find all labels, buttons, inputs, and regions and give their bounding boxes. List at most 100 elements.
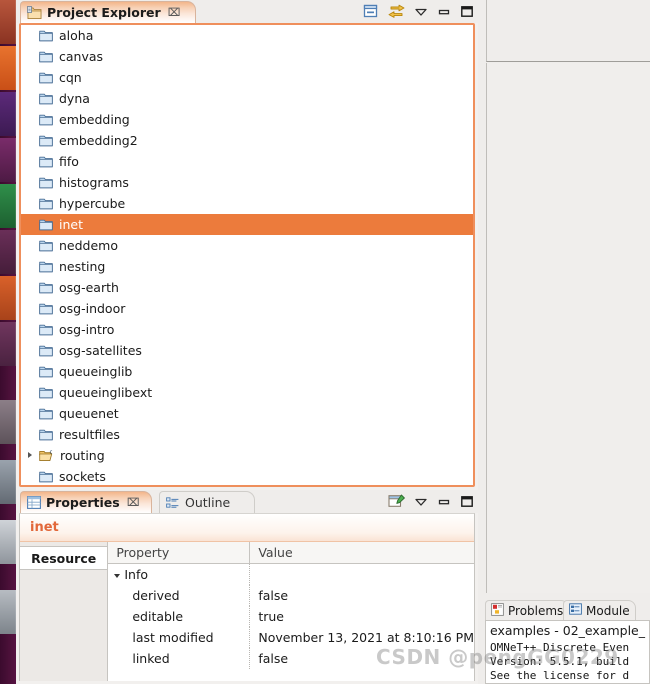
- tree-item-inet[interactable]: inet: [21, 214, 473, 235]
- column-header-property[interactable]: Property: [108, 542, 251, 563]
- property-name-cell: last modified: [108, 627, 251, 648]
- launcher-icon-12[interactable]: [0, 590, 16, 634]
- launcher-icon-6[interactable]: [0, 230, 16, 274]
- property-value-cell: November 13, 2021 at 8:10:16 PM: [258, 630, 474, 645]
- launcher-icon-4[interactable]: [0, 138, 16, 182]
- properties-table[interactable]: Property Value Info derived false editable tru…: [108, 542, 474, 681]
- tree-item-embedding2[interactable]: embedding2: [21, 130, 473, 151]
- launcher-icon-7[interactable]: [0, 276, 16, 320]
- properties-side-tabs[interactable]: Resource: [20, 542, 109, 681]
- editor-canvas[interactable]: [486, 63, 650, 593]
- properties-toolbar: [388, 492, 474, 511]
- launcher-icon-8[interactable]: [0, 322, 16, 366]
- c-project-folder-icon: c: [39, 449, 54, 462]
- tree-item-aloha[interactable]: aloha: [21, 25, 473, 46]
- folder-icon: [39, 428, 53, 441]
- properties-row[interactable]: linked false: [108, 648, 474, 669]
- close-icon[interactable]: ⌧: [168, 6, 181, 19]
- view-menu-icon[interactable]: [414, 497, 428, 507]
- tree-item-neddemo[interactable]: neddemo: [21, 235, 473, 256]
- folder-icon: [39, 134, 53, 147]
- tree-item-label: embedding2: [59, 133, 138, 148]
- folder-icon: [39, 92, 53, 105]
- minimize-icon[interactable]: [437, 497, 451, 507]
- properties-title: inet: [20, 514, 474, 542]
- new-property-icon[interactable]: [388, 494, 405, 509]
- view-menu-icon[interactable]: [414, 7, 428, 17]
- tree-item-osg-indoor[interactable]: osg-indoor: [21, 298, 473, 319]
- eclipse-workbench-window: Project Explorer ⌧ aloha canvas cqn dyna…: [0, 0, 650, 684]
- collapse-arrow-icon[interactable]: [114, 573, 121, 578]
- tree-item-nesting[interactable]: nesting: [21, 256, 473, 277]
- project-tree[interactable]: aloha canvas cqn dyna embedding embedding2 fif…: [19, 23, 475, 487]
- tree-item-queueinglib[interactable]: queueinglib: [21, 361, 473, 382]
- collapse-all-icon[interactable]: [363, 4, 379, 19]
- tree-item-osg-intro[interactable]: osg-intro: [21, 319, 473, 340]
- properties-icon: [27, 496, 41, 509]
- tree-item-label: queuenet: [59, 406, 119, 421]
- tree-item-hypercube[interactable]: hypercube: [21, 193, 473, 214]
- tree-item-osg-earth[interactable]: osg-earth: [21, 277, 473, 298]
- svg-text:c: c: [50, 450, 53, 456]
- property-name-label: last modified: [132, 630, 214, 645]
- editor-tab-strip[interactable]: [486, 0, 650, 62]
- tree-item-osg-satellites[interactable]: osg-satellites: [21, 340, 473, 361]
- launcher-icon-1[interactable]: [0, 0, 16, 44]
- tab-module[interactable]: Module: [563, 600, 636, 620]
- folder-icon: [39, 344, 53, 357]
- property-value-cell: false: [258, 651, 289, 666]
- ubuntu-unity-launcher[interactable]: [0, 0, 16, 684]
- tab-properties[interactable]: Properties ⌧: [20, 491, 152, 513]
- properties-row[interactable]: editable true: [108, 606, 474, 627]
- console-body[interactable]: examples - 02_example_ OMNeT++ Discrete …: [485, 620, 650, 684]
- tree-item-dyna[interactable]: dyna: [21, 88, 473, 109]
- launcher-icon-3[interactable]: [0, 92, 16, 136]
- tree-item-label: osg-intro: [59, 322, 115, 337]
- outline-icon: [166, 496, 180, 509]
- maximize-icon[interactable]: [460, 5, 474, 18]
- properties-row[interactable]: derived false: [108, 585, 474, 606]
- editor-area[interactable]: [481, 0, 650, 598]
- link-with-editor-icon[interactable]: [388, 4, 405, 19]
- folder-icon: [39, 50, 53, 63]
- tree-item-routing[interactable]: c routing: [21, 445, 473, 466]
- tree-item-fifo[interactable]: fifo: [21, 151, 473, 172]
- expand-arrow-icon[interactable]: [28, 452, 32, 458]
- launcher-icon-9[interactable]: [0, 400, 16, 444]
- tree-item-label: osg-indoor: [59, 301, 126, 316]
- properties-row[interactable]: last modified November 13, 2021 at 8:10:1…: [108, 627, 474, 648]
- launcher-icon-10[interactable]: [0, 460, 16, 504]
- tree-item-sockets[interactable]: sockets: [21, 466, 473, 485]
- tree-item-canvas[interactable]: canvas: [21, 46, 473, 67]
- properties-body: inet Resource Property Value Info derived fa…: [19, 513, 475, 681]
- launcher-icon-11[interactable]: [0, 520, 16, 564]
- tab-project-explorer-label: Project Explorer: [47, 5, 161, 20]
- folder-icon: [39, 365, 53, 378]
- launcher-icon-2[interactable]: [0, 46, 16, 90]
- properties-tabbar: Properties ⌧ Outline: [16, 490, 478, 513]
- launcher-icon-5[interactable]: [0, 184, 16, 228]
- prop-tab-resource[interactable]: Resource: [20, 546, 108, 570]
- tab-project-explorer[interactable]: Project Explorer ⌧: [20, 1, 196, 23]
- column-header-value[interactable]: Value: [250, 542, 474, 563]
- folder-icon: [39, 197, 53, 210]
- tree-item-queuenet[interactable]: queuenet: [21, 403, 473, 424]
- problems-icon: [491, 602, 504, 619]
- close-icon[interactable]: ⌧: [127, 496, 140, 509]
- tree-item-embedding[interactable]: embedding: [21, 109, 473, 130]
- tree-item-cqn[interactable]: cqn: [21, 67, 473, 88]
- tab-properties-label: Properties: [46, 495, 120, 510]
- maximize-icon[interactable]: [460, 495, 474, 508]
- tree-item-queueinglibext[interactable]: queueinglibext: [21, 382, 473, 403]
- tree-item-resultfiles[interactable]: resultfiles: [21, 424, 473, 445]
- properties-row[interactable]: Info: [108, 564, 474, 585]
- bottom-right-tabbar: Problems Module: [481, 598, 650, 620]
- folder-icon: [39, 71, 53, 84]
- minimize-icon[interactable]: [437, 7, 451, 17]
- tree-item-histograms[interactable]: histograms: [21, 172, 473, 193]
- tree-item-label: queueinglib: [59, 364, 133, 379]
- tab-outline-label: Outline: [185, 495, 231, 510]
- tab-outline[interactable]: Outline: [159, 491, 255, 513]
- tab-problems[interactable]: Problems: [485, 600, 570, 620]
- console-path-line: examples - 02_example_: [490, 623, 645, 638]
